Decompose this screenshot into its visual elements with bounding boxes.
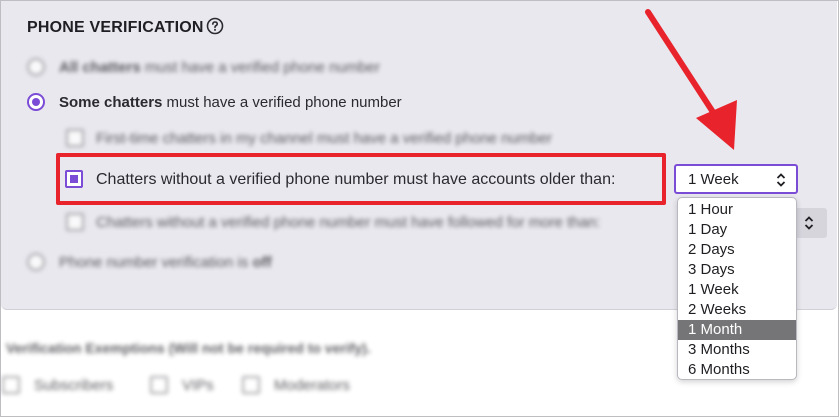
some-chatters-label: Some chatters must have a verified phone… [59, 94, 402, 111]
followed-select-stub[interactable] [795, 208, 827, 238]
all-chatters-label: All chatters must have a verified phone … [59, 59, 381, 76]
account-age-select-value: 1 Week [688, 171, 739, 188]
dropdown-option[interactable]: 3 Months [678, 340, 796, 360]
off-radio[interactable] [27, 253, 45, 271]
dropdown-option[interactable]: 1 Day [678, 220, 796, 240]
followed-label: Chatters without a verified phone number… [96, 214, 601, 231]
section-title: PHONE VERIFICATION [27, 19, 204, 36]
dropdown-option[interactable]: 2 Days [678, 240, 796, 260]
select-arrows-icon [804, 216, 814, 230]
exemptions-title: Verification Exemptions (Will not be req… [6, 340, 371, 356]
dropdown-option[interactable]: 2 Weeks [678, 300, 796, 320]
subscribers-checkbox[interactable] [2, 376, 20, 394]
account-age-dropdown: 1 Hour 1 Day 2 Days 3 Days 1 Week 2 Week… [677, 197, 797, 380]
some-chatters-radio[interactable] [27, 93, 45, 111]
dropdown-option[interactable]: 1 Week [678, 280, 796, 300]
first-time-checkbox[interactable] [66, 129, 84, 147]
all-chatters-radio[interactable] [27, 58, 45, 76]
first-time-label: First-time chatters in my channel must h… [96, 130, 553, 147]
moderators-label: Moderators [274, 377, 350, 394]
dropdown-option[interactable]: 1 Hour [678, 200, 796, 220]
help-circle-icon[interactable] [206, 17, 224, 35]
off-label: Phone number verification is off [59, 254, 272, 271]
moderators-checkbox[interactable] [242, 376, 260, 394]
dropdown-option[interactable]: 6 Months [678, 360, 796, 380]
dropdown-option[interactable]: 3 Days [678, 260, 796, 280]
select-arrows-icon [776, 173, 786, 187]
annotation-highlight-box [56, 153, 666, 205]
followed-checkbox[interactable] [66, 213, 84, 231]
dropdown-option-highlighted[interactable]: 1 Month [678, 320, 796, 340]
account-age-select[interactable]: 1 Week [674, 164, 798, 194]
vips-checkbox[interactable] [150, 376, 168, 394]
subscribers-label: Subscribers [34, 377, 114, 394]
vips-label: VIPs [182, 377, 214, 394]
